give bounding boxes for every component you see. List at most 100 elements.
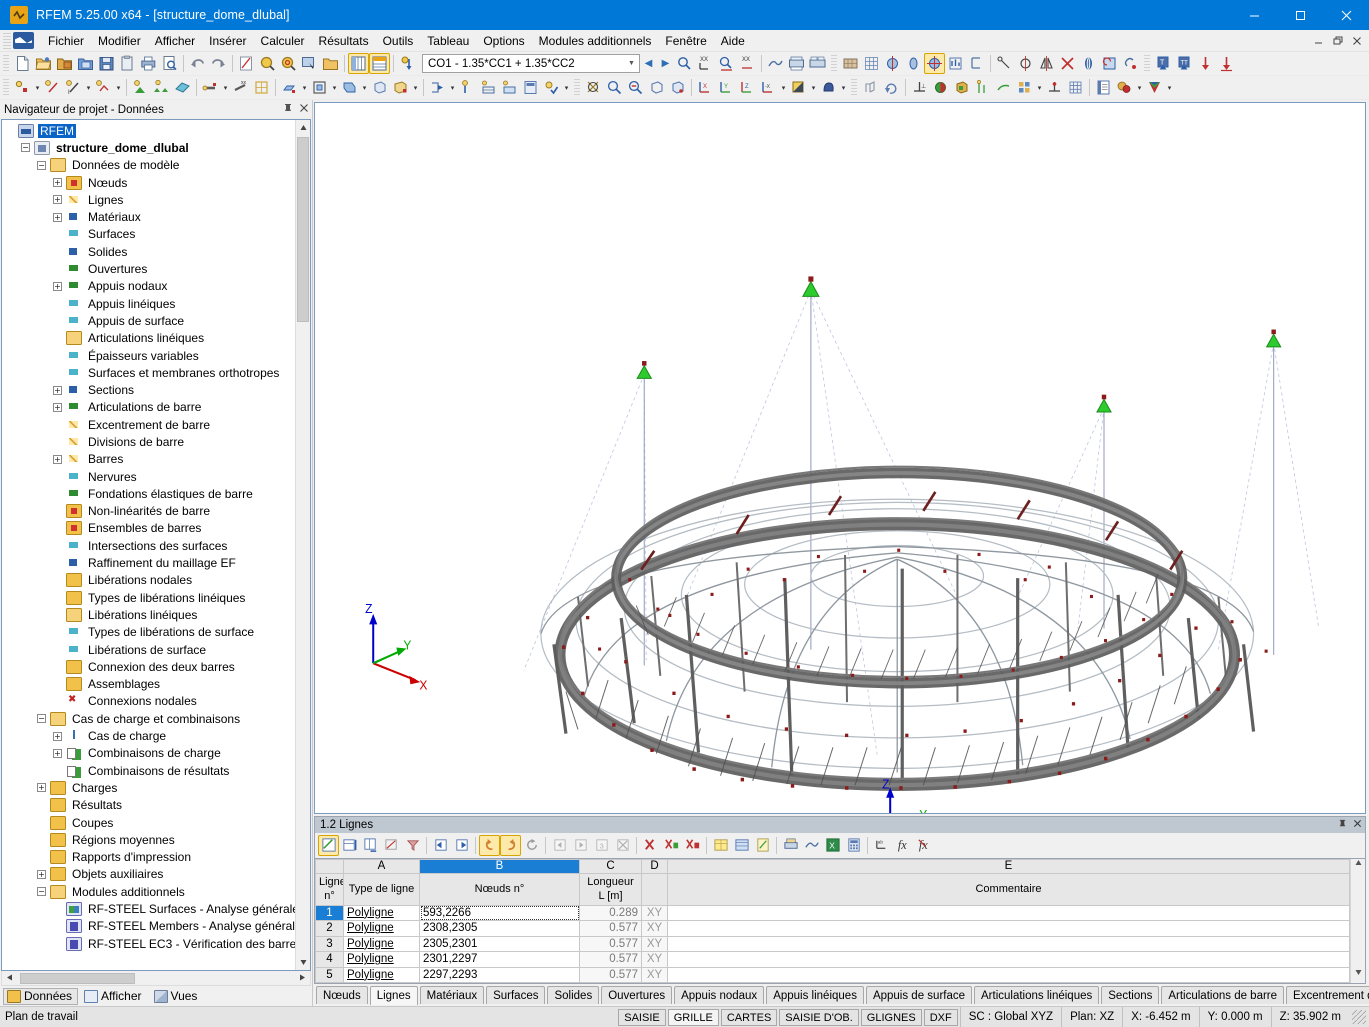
grid-tab-appuis-de-surface[interactable]: Appuis de surface [866,986,972,1004]
menu-calculer[interactable]: Calculer [254,31,312,51]
line-res-icon[interactable] [993,77,1014,98]
menu-modifier[interactable]: Modifier [91,31,148,51]
generate-icon[interactable] [427,77,448,98]
goto-next-icon[interactable] [451,835,472,856]
menu-fichier[interactable]: Fichier [41,31,91,51]
insert-row-icon[interactable] [339,835,360,856]
table-row[interactable]: 3Polyligne2305,23010.577XY [316,936,1350,952]
menu-aide[interactable]: Aide [714,31,752,51]
delete-sel-icon[interactable] [661,835,682,856]
grid-res-icon[interactable] [1014,77,1035,98]
tree-node[interactable]: +Barres [5,451,295,468]
status-toggle-dxf[interactable]: DXF [924,1009,958,1026]
tree-node[interactable]: Raffinement du maillage EF [5,554,295,571]
menu-grip-handle[interactable] [3,33,11,49]
mirror-icon[interactable] [1036,53,1057,74]
minimize-button[interactable] [1231,0,1277,30]
nodes-cell[interactable]: 2305,2301 [420,936,580,952]
row-number-cell[interactable]: 4 [316,952,344,968]
polyline-icon[interactable] [93,77,114,98]
resize-grip-icon[interactable] [1352,1010,1366,1024]
tree-node[interactable]: +Sections [5,381,295,398]
copy-rotate-icon[interactable] [1099,53,1120,74]
node-new-icon[interactable] [12,77,33,98]
expand-plus-icon[interactable]: + [53,749,62,758]
tree-node[interactable]: +Objets auxiliaires [5,866,295,883]
tree-node[interactable]: Ouvertures [5,260,295,277]
tree-hscroll-track[interactable] [17,972,295,985]
shade-dropdown[interactable]: ▾ [809,77,818,98]
coord-info-icon[interactable]: XX [695,53,716,74]
nodes-cell[interactable]: 2297,2293 [420,967,580,983]
zoom-box-icon[interactable] [646,77,667,98]
table-row[interactable]: 1Polyligne593,22660.289XY [316,905,1350,921]
delete-row-icon[interactable] [381,835,402,856]
expand-plus-icon[interactable]: + [53,403,62,412]
line-type-cell[interactable]: Polyligne [344,905,420,921]
member-xx-icon[interactable]: xx [230,77,251,98]
palette-icon[interactable] [1144,77,1165,98]
menu-afficher[interactable]: Afficher [148,31,202,51]
corner-header[interactable] [316,859,344,873]
comment-cell[interactable] [668,967,1350,983]
sort-icon[interactable]: ab [871,835,892,856]
tree-node[interactable]: Connexion des deux barres [5,658,295,675]
tree-node[interactable]: −Données de modèle [5,157,295,174]
menu-inserer[interactable]: Insérer [202,31,253,51]
grid-scroll-track[interactable] [1351,873,1365,970]
status-toggle-cartes[interactable]: CARTES [721,1009,777,1026]
check-dropdown[interactable]: ▾ [562,77,571,98]
first-icon[interactable] [549,835,570,856]
tree-node[interactable]: +Appuis nodaux [5,278,295,295]
tree-node[interactable]: Types de libérations linéiques [5,589,295,606]
view-xy-icon[interactable]: -X [758,77,779,98]
zoom-3d-icon[interactable] [667,77,688,98]
table-res-icon[interactable] [1065,77,1086,98]
row-number-cell[interactable]: 5 [316,967,344,983]
opening-dropdown[interactable]: ▾ [411,77,420,98]
grid-scroll-down-button[interactable] [1351,969,1365,983]
mesh-gen2-icon[interactable] [499,77,520,98]
excel-export-icon[interactable]: X [822,835,843,856]
expand-plus-icon[interactable]: + [37,783,46,792]
print-preview-icon[interactable] [159,53,180,74]
row-number-cell[interactable]: 2 [316,921,344,937]
toolbar2-grip-3[interactable] [851,79,857,97]
mesh-icon[interactable] [840,53,861,74]
opening-icon[interactable] [390,77,411,98]
export2-icon[interactable]: TT [1174,53,1195,74]
refresh-icon[interactable] [521,835,542,856]
mdi-minimize-button[interactable] [1310,33,1327,49]
member-icon[interactable] [200,77,221,98]
iso-icon[interactable] [860,77,881,98]
render-icon[interactable] [236,53,257,74]
tree-node[interactable]: Nervures [5,468,295,485]
load-surface-dropdown[interactable]: ▾ [330,77,339,98]
tree-node[interactable]: Articulations linéiques [5,330,295,347]
load-member-icon[interactable] [339,77,360,98]
print-table-icon[interactable] [780,835,801,856]
status-toggle-grille[interactable]: GRILLE [668,1009,719,1026]
comment-cell[interactable] [668,905,1350,921]
check-icon[interactable] [541,77,562,98]
status-toggle-saisie-d-ob-[interactable]: SAISIE D'OB. [779,1009,859,1026]
prev-load-case-button[interactable]: ◀ [640,53,657,74]
tree-scroll-right-button[interactable] [295,974,310,983]
export-icon[interactable]: T [1153,53,1174,74]
generate-dropdown[interactable]: ▾ [448,77,457,98]
table-row[interactable]: 5Polyligne2297,22930.577XY [316,967,1350,983]
select-cell-icon[interactable] [612,835,633,856]
mdi-close-button[interactable] [1348,33,1365,49]
angle-icon[interactable] [994,53,1015,74]
expand-plus-icon[interactable]: + [53,195,62,204]
color-res-icon[interactable] [930,77,951,98]
tree-node[interactable]: +Combinaisons de charge [5,745,295,762]
line-type-cell[interactable]: Polyligne [344,921,420,937]
print-icon[interactable] [138,53,159,74]
load-case-combo[interactable]: CO1 - 1.35*CC1 + 1.35*CC2 ▼ [422,54,640,73]
status-toggle-glignes[interactable]: GLIGNES [861,1009,922,1026]
node-coord-icon[interactable] [716,53,737,74]
line-type-cell[interactable]: Polyligne [344,952,420,968]
nodes-cell[interactable]: 593,2266 [420,905,580,921]
tree-node[interactable]: Divisions de barre [5,433,295,450]
